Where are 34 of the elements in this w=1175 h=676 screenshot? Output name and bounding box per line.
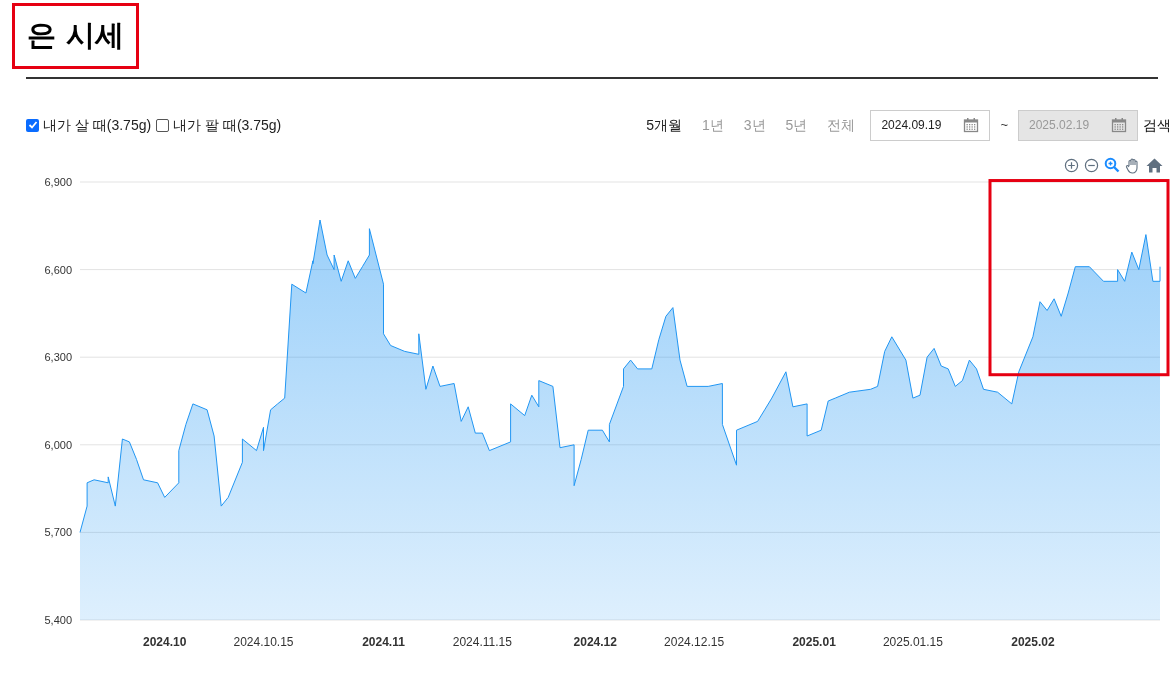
- x-axis-label: 2024.12: [573, 634, 617, 649]
- calendar-icon[interactable]: [963, 117, 980, 133]
- y-axis-label: 5,700: [44, 525, 72, 538]
- x-axis-label: 2024.10: [143, 634, 187, 649]
- y-axis-label: 6,000: [44, 438, 72, 451]
- x-axis-label: 2025.02: [1011, 634, 1055, 649]
- period-tab[interactable]: 3년: [743, 114, 766, 136]
- x-axis-label: 2024.12.15: [664, 634, 725, 649]
- hand-icon[interactable]: [1125, 156, 1141, 174]
- page-title: 은 시세: [12, 3, 140, 69]
- period-tab[interactable]: 5년: [785, 114, 808, 136]
- y-axis-label: 6,600: [44, 263, 72, 276]
- search-button[interactable]: 검색: [1143, 114, 1171, 136]
- period-tab[interactable]: 1년: [702, 114, 724, 136]
- checkbox-label: 내가 팔 때(3.75g): [173, 115, 282, 135]
- period-tab[interactable]: 전체: [827, 114, 856, 136]
- x-axis-label: 2024.10.15: [233, 634, 294, 649]
- x-axis-label: 2024.11.15: [452, 634, 512, 649]
- checkbox-label: 내가 살 때(3.75g): [43, 115, 152, 135]
- checkbox[interactable]: [156, 118, 170, 132]
- range-separator: ~: [1000, 116, 1008, 135]
- home-icon[interactable]: [1146, 157, 1163, 173]
- zoom-in-icon[interactable]: [1064, 157, 1079, 173]
- date-field[interactable]: 2024.09.19: [870, 109, 991, 141]
- magnifier-icon[interactable]: [1104, 157, 1120, 173]
- checkbox[interactable]: [26, 118, 39, 132]
- zoom-out-icon[interactable]: [1084, 157, 1099, 173]
- x-axis-label: 2025.01.15: [882, 634, 943, 649]
- x-axis-label: 2024.11: [362, 634, 405, 649]
- y-axis-label: 5,400: [44, 613, 72, 626]
- x-axis-label: 2025.01: [792, 634, 836, 649]
- y-axis-label: 6,900: [44, 175, 72, 188]
- y-axis-label: 6,300: [44, 350, 72, 363]
- period-tab[interactable]: 5개월: [646, 114, 682, 136]
